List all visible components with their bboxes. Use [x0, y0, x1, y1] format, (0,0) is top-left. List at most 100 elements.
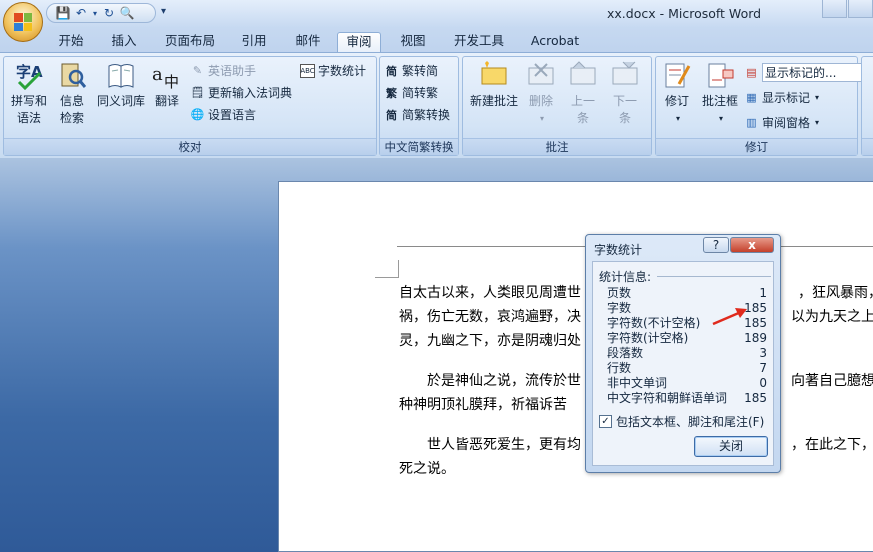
tab-acrobat[interactable]: Acrobat	[522, 32, 588, 52]
stat-label: 行数	[607, 361, 632, 375]
next-comment-button[interactable]: 下一 条	[605, 60, 645, 127]
new-comment-label: 新建批注	[469, 94, 518, 108]
tab-page-layout[interactable]: 页面布局	[156, 32, 224, 52]
assistant-icon: ✎	[192, 64, 203, 77]
maximize-button[interactable]	[848, 0, 873, 18]
reviewing-pane-button[interactable]: ▥ 审阅窗格 ▾	[744, 113, 819, 132]
tab-mailings[interactable]: 邮件	[286, 32, 330, 52]
word-count-button[interactable]: ABC 字数统计	[300, 61, 366, 80]
english-assistant-label: 英语助手	[208, 64, 257, 78]
language-icon: 🌐	[190, 108, 205, 121]
minimize-button[interactable]	[822, 0, 847, 18]
research-button[interactable]: 信息 检索	[54, 60, 90, 127]
tab-home[interactable]: 开始	[48, 32, 94, 52]
p3-l1-left: 世人皆恶死爱生，更有均	[427, 437, 581, 453]
display-review-value: 显示标记的...	[762, 63, 862, 82]
research-label-1: 信息	[59, 94, 84, 108]
previous-label-2: 条	[576, 111, 589, 125]
p1-l1-left: 自太古以来，人类眼见周遭世	[399, 285, 581, 301]
stat-row-non-chinese-words: 非中文单词 0	[607, 376, 767, 391]
spelling-label-2: 语法	[16, 111, 41, 125]
redo-icon[interactable]: ↻	[101, 6, 117, 21]
close-button[interactable]: 关闭	[694, 436, 768, 457]
group-partial	[861, 56, 873, 156]
stat-label: 非中文单词	[607, 376, 668, 390]
print-preview-icon[interactable]: 🔍	[119, 6, 135, 21]
update-ime-button[interactable]: 🗒 更新输入法词典	[190, 83, 293, 102]
word-count-icon: ABC	[300, 63, 315, 78]
stat-label: 段落数	[607, 346, 644, 360]
stat-label: 字符数(不计空格)	[607, 316, 701, 330]
office-button[interactable]	[3, 2, 43, 42]
group-chinese-conversion: 简繁转简 繁简转繁 简简繁转换 中文简繁转换	[379, 56, 459, 156]
delete-comment-icon	[526, 60, 556, 90]
traditional-icon: 繁	[386, 86, 397, 100]
stat-label: 字数	[607, 301, 632, 315]
p1-l2-left: 祸，伤亡无数，哀鸿遍野，决	[399, 309, 581, 325]
update-ime-label: 更新输入法词典	[208, 86, 293, 100]
to-traditional-label: 简转繁	[402, 86, 439, 100]
watermark-brand: Bai经验	[668, 486, 787, 521]
group-comments: 新建批注 删除 ▾ 上一 条 下一 条 批注	[462, 56, 652, 156]
next-label-1: 下一	[612, 94, 637, 108]
research-label-2: 检索	[59, 111, 84, 125]
quick-access-toolbar: 💾 ↶ ▾ ↻ 🔍	[46, 3, 156, 23]
reviewing-pane-icon: ▥	[746, 116, 757, 129]
close-icon: x	[748, 238, 756, 252]
customize-qat-icon[interactable]: ▾	[161, 6, 166, 17]
tab-view[interactable]: 视图	[390, 32, 436, 52]
group-tracking-label: 修订	[656, 138, 857, 155]
save-icon[interactable]: 💾	[55, 6, 71, 21]
thesaurus-button[interactable]: 同义词库	[93, 60, 149, 110]
research-book-icon	[57, 60, 87, 90]
to-simplified-button[interactable]: 简繁转简	[384, 61, 438, 80]
delete-comment-button[interactable]: 删除 ▾	[525, 60, 557, 127]
dialog-help-button[interactable]: ?	[703, 237, 729, 253]
baidu-watermark: Bai经验 jingyan.baidu.com	[668, 478, 806, 531]
stat-value: 3	[759, 346, 767, 360]
help-icon: ?	[712, 238, 720, 252]
english-assistant-button[interactable]: ✎ 英语助手	[190, 61, 256, 80]
undo-icon[interactable]: ↶	[73, 6, 89, 21]
conversion-label: 简繁转换	[402, 108, 451, 122]
watermark-url: jingyan.baidu.com	[704, 518, 806, 531]
stat-value: 0	[759, 376, 767, 390]
group-proofing: 字A 拼写和 语法 信息 检索 同义词库 a中 翻译 ✎ 英语助手 🗒 更新输入法词…	[3, 56, 377, 156]
spelling-grammar-button[interactable]: 字A 拼写和 语法	[7, 60, 51, 127]
conversion-button[interactable]: 简简繁转换	[384, 105, 450, 124]
statistics-label: 统计信息:	[599, 270, 652, 284]
stat-label: 字符数(计空格)	[607, 331, 689, 345]
tab-developer[interactable]: 开发工具	[444, 32, 514, 52]
balloons-button[interactable]: 批注框 ▾	[698, 60, 742, 127]
stat-value: 189	[744, 331, 767, 345]
tab-references[interactable]: 引用	[232, 32, 276, 52]
group-tracking: 修订 ▾ 批注框 ▾ ▤ 显示标记的... ▾ ▦ 显示标记 ▾ ▥ 审阅窗格 ▾ 修订	[655, 56, 871, 156]
dialog-close-x-button[interactable]: x	[730, 237, 774, 253]
spelling-label-1: 拼写和	[10, 94, 47, 108]
new-comment-button[interactable]: 新建批注	[466, 60, 522, 110]
statistics-separator	[657, 276, 771, 277]
delete-dropdown-icon: ▾	[539, 114, 544, 123]
to-traditional-button[interactable]: 繁简转繁	[384, 83, 438, 102]
translate-button[interactable]: a中 翻译	[149, 60, 185, 110]
undo-dropdown-icon[interactable]: ▾	[91, 6, 99, 21]
stat-row-chars-with-spaces: 字符数(计空格) 189	[607, 331, 767, 346]
show-markup-icon: ▦	[746, 91, 757, 104]
red-arrow-annotation	[712, 308, 747, 326]
dictionary-update-icon: 🗒	[190, 86, 205, 99]
show-markup-button[interactable]: ▦ 显示标记 ▾	[744, 88, 819, 107]
to-simplified-label: 繁转简	[402, 64, 439, 78]
previous-comment-button[interactable]: 上一 条	[563, 60, 603, 127]
dialog-body: 统计信息: 页数 1 字数 185 字符数(不计空格) 185 字符数(计空格) 189…	[592, 261, 774, 466]
translate-icon: a中	[152, 60, 182, 90]
track-dropdown-icon: ▾	[675, 114, 680, 123]
set-language-button[interactable]: 🌐 设置语言	[190, 105, 256, 124]
tab-review[interactable]: 审阅	[337, 32, 381, 52]
include-textboxes-checkbox[interactable]: ✓ 包括文本框、脚注和尾注(F)	[599, 413, 764, 430]
track-changes-button[interactable]: 修订 ▾	[659, 60, 695, 127]
tab-insert[interactable]: 插入	[102, 32, 146, 52]
p1-l3-left: 灵，九幽之下，亦是阴魂归处	[399, 333, 581, 349]
display-for-review-select[interactable]: ▤显示标记的...▾	[744, 63, 871, 82]
ribbon: 字A 拼写和 语法 信息 检索 同义词库 a中 翻译 ✎ 英语助手 🗒 更新输入法词…	[0, 52, 873, 158]
word-count-label: 字数统计	[318, 64, 367, 78]
